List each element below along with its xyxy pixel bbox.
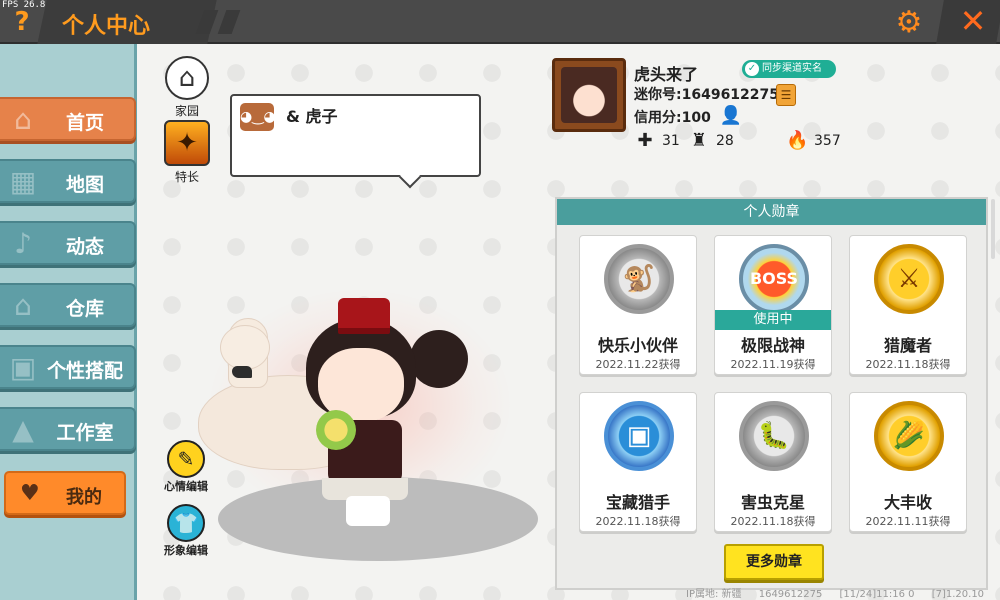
profile-name: 虎头来了: [634, 65, 699, 84]
look-edit-label: 形象编辑: [164, 544, 208, 557]
sword-medal-icon: ⚔: [874, 244, 944, 314]
talent-label: 特长: [174, 170, 199, 184]
sidebar-item-label: 个性搭配: [46, 360, 123, 382]
page-title: 个人中心: [62, 14, 151, 39]
footer-status: IP属地: 新疆 1649612275 [11/24]11:16 0 [7]1.…: [686, 585, 1000, 600]
footer-version: [7]1.20.10: [931, 589, 985, 600]
top-bar: FPS 26.8 Ping:0 ? 个人中心 ⚙ ✕: [0, 0, 1000, 44]
house-icon: ⌂: [165, 56, 209, 100]
medal-card[interactable]: BOSS 使用中 极限战神 2022.11.19获得: [714, 235, 832, 375]
medal-card[interactable]: 🐛 害虫克星 2022.11.18获得: [714, 392, 832, 532]
footer-time: [11/24]11:16 0: [839, 589, 915, 600]
medal-date: 2022.11.22获得: [595, 358, 681, 371]
medal-date: 2022.11.18获得: [595, 515, 681, 528]
mine-button[interactable]: ♥ 我的: [4, 471, 126, 515]
medal-name: 极限战神: [740, 336, 805, 355]
home-label: 家园: [174, 104, 199, 118]
warehouse-icon: ⌂: [14, 289, 32, 322]
monkey-medal-icon: 🐒: [604, 244, 674, 314]
house-icon: ⌂: [14, 103, 32, 136]
medal-name: 害虫克星: [740, 493, 805, 512]
character-legs: [346, 496, 390, 526]
character-hat: [338, 298, 390, 334]
question-mark-icon[interactable]: ?: [8, 8, 36, 36]
bug-medal-icon: 🐛: [739, 401, 809, 471]
sidebar-item-feed[interactable]: ♪ 动态: [0, 221, 136, 265]
mood-bubble[interactable]: ◕‿◕ & 虎子: [230, 94, 481, 177]
harvest-medal-icon: 🌽: [874, 401, 944, 471]
stat-value: 28: [716, 133, 734, 149]
sidebar-item-outfit[interactable]: ▣ 个性搭配: [0, 345, 136, 389]
credit-user-icon[interactable]: 👤: [719, 104, 743, 128]
talent-button[interactable]: ✦ 特长: [163, 120, 211, 185]
sidebar-item-home[interactable]: ⌂ 首页: [0, 97, 136, 141]
medal-date: 2022.11.11获得: [865, 515, 951, 528]
mood-edit-label: 心情编辑: [164, 480, 208, 493]
close-icon[interactable]: ✕: [956, 4, 990, 38]
footer-uid: 1649612275: [758, 589, 823, 600]
studio-icon: ▲: [12, 413, 34, 446]
home-button[interactable]: ⌂ 家园: [163, 56, 211, 119]
avatar-portrait: [561, 67, 617, 123]
swan-head: [220, 325, 270, 370]
medal-panel: 个人勋章 🐒 快乐小伙伴 2022.11.22获得 BOSS 使用中 极限战神 …: [555, 197, 995, 590]
sidebar-item-map[interactable]: ▦ 地图: [0, 159, 136, 203]
medal-name: 快乐小伙伴: [597, 336, 678, 355]
realname-label: 同步渠道实名: [762, 63, 822, 74]
medal-name: 大丰收: [883, 493, 932, 512]
boss-medal-icon: BOSS: [739, 244, 809, 314]
scrollbar[interactable]: [991, 199, 995, 259]
sidebar-item-warehouse[interactable]: ⌂ 仓库: [0, 283, 136, 327]
medal-date: 2022.11.18获得: [730, 515, 816, 528]
sidebar-item-studio[interactable]: ▲ 工作室: [0, 407, 136, 451]
mine-label: 我的: [66, 487, 102, 508]
treasure-medal-icon: ▣: [604, 401, 674, 471]
ip-location: IP属地: 新疆: [686, 589, 742, 600]
medal-card[interactable]: 🌽 大丰收 2022.11.11获得: [849, 392, 967, 532]
medal-card[interactable]: ⚔ 猎魔者 2022.11.18获得: [849, 235, 967, 375]
bell-icon: ♪: [14, 227, 32, 260]
talent-icon: ✦: [164, 120, 210, 166]
swan-beak: [232, 366, 252, 378]
wardrobe-icon: ▣: [9, 351, 37, 384]
sidebar-item-label: 地图: [65, 174, 104, 196]
look-edit-button[interactable]: 👕 形象编辑: [162, 504, 210, 558]
mood-edit-button[interactable]: ✎ 心情编辑: [162, 440, 210, 494]
pet-tag-icon: ◕‿◕: [240, 103, 276, 131]
cheer-icon: ♜: [690, 130, 708, 151]
sidebar-item-label: 仓库: [65, 298, 104, 320]
flame-icon: 🔥: [786, 130, 809, 151]
sidebar-item-label: 工作室: [56, 422, 114, 444]
medal-date: 2022.11.19获得: [730, 358, 816, 371]
stat-value: 357: [814, 133, 841, 149]
medal-date: 2022.11.18获得: [865, 358, 951, 371]
sidebar-item-label: 动态: [65, 236, 104, 258]
stat-value: 31: [662, 133, 680, 149]
gear-icon[interactable]: ⚙: [892, 6, 926, 40]
in-use-badge: 使用中: [715, 310, 831, 330]
medal-card[interactable]: ▣ 宝藏猎手 2022.11.18获得: [579, 392, 697, 532]
shirt-icon: 👕: [167, 504, 205, 542]
credit-score: 信用分:100: [634, 110, 711, 126]
more-medals-button[interactable]: 更多勋章: [724, 544, 824, 580]
medal-card[interactable]: 🐒 快乐小伙伴 2022.11.22获得: [579, 235, 697, 375]
user-check-icon: ✓: [745, 62, 759, 76]
avatar[interactable]: [552, 58, 626, 132]
bubble-text: & 虎子: [286, 107, 338, 126]
edit-pencil-icon: ✎: [167, 440, 205, 478]
character-hair-bun: [410, 330, 468, 388]
medal-name: 宝藏猎手: [605, 493, 670, 512]
copy-icon[interactable]: ☰: [776, 84, 796, 106]
heart-icon: ♥: [20, 481, 40, 506]
map-icon: ▦: [9, 165, 37, 198]
realname-badge[interactable]: ✓ 同步渠道实名: [742, 60, 836, 78]
plus-icon: ✚: [637, 130, 653, 151]
sidebar-item-label: 首页: [65, 112, 104, 134]
mini-id: 迷你号:1649612275: [634, 87, 780, 103]
decor-stripe: [217, 10, 241, 34]
medal-header: 个人勋章: [557, 199, 986, 225]
character-bouquet: [316, 410, 356, 450]
medal-name: 猎魔者: [883, 336, 932, 355]
